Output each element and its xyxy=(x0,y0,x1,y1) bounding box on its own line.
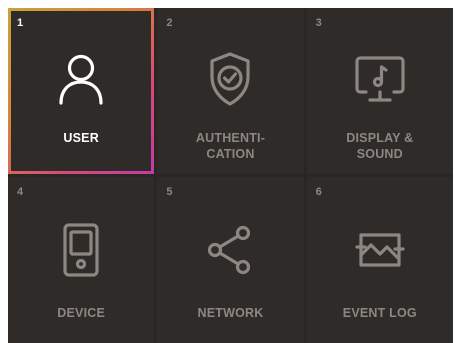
tile-number: 1 xyxy=(17,17,24,29)
tile-label: NETWORK xyxy=(197,306,264,320)
tile-label: AUTHENTI- CATION xyxy=(195,131,266,161)
event-log-icon xyxy=(349,219,411,281)
menu-tile-network[interactable]: 5 NETWORK xyxy=(157,177,304,343)
menu-tile-device[interactable]: 4 DEVICE xyxy=(8,177,155,343)
monitor-music-icon xyxy=(349,48,411,110)
menu-tile-user[interactable]: 1 USER xyxy=(8,8,154,174)
menu-tile-display-sound[interactable]: 3 DISPLAY & SOUND xyxy=(306,8,453,174)
tile-number: 6 xyxy=(315,186,322,198)
tile-label: USER xyxy=(63,131,99,145)
tile-number: 4 xyxy=(17,186,24,198)
tile-label: DISPLAY & SOUND xyxy=(346,131,414,161)
tile-number: 5 xyxy=(166,186,173,198)
menu-grid: 1 USER 2 AUTHENTI- CATION 3 DISPLAY & SO… xyxy=(8,8,453,343)
tile-number: 2 xyxy=(166,17,173,29)
menu-tile-event-log[interactable]: 6 EVENT LOG xyxy=(306,177,453,343)
tile-label: DEVICE xyxy=(57,306,106,320)
shield-check-icon xyxy=(199,48,261,110)
tile-label: EVENT LOG xyxy=(342,306,417,320)
user-icon xyxy=(50,48,112,110)
menu-tile-authentication[interactable]: 2 AUTHENTI- CATION xyxy=(157,8,304,174)
share-icon xyxy=(199,219,261,281)
device-icon xyxy=(50,219,112,281)
tile-number: 3 xyxy=(315,17,322,29)
